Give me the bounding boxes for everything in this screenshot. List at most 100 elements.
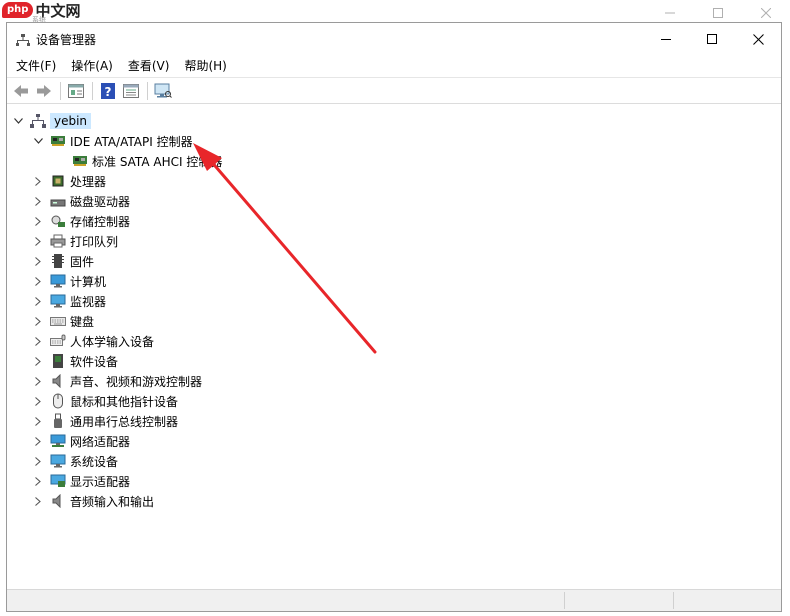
tree-root-node[interactable]: yebin [12, 111, 92, 131]
watermark-logo: php 中文网 系统 [2, 0, 80, 24]
tree-category-label: 通用串行总线控制器 [70, 414, 179, 429]
window-controls [643, 23, 781, 55]
tree-category-sound[interactable]: 声音、视频和游戏控制器 [32, 371, 202, 391]
minimize-button[interactable] [643, 23, 689, 55]
tree-category-system-device[interactable]: 系统设备 [32, 451, 118, 471]
chevron-right-icon[interactable] [32, 371, 44, 391]
chevron-right-icon[interactable] [32, 311, 44, 331]
firmware-icon [50, 253, 66, 269]
chevron-down-icon[interactable] [12, 111, 24, 131]
speaker-icon [50, 373, 66, 389]
tree-category-display-adapter[interactable]: 显示适配器 [32, 471, 130, 491]
system-device-icon [50, 453, 66, 469]
close-button[interactable] [735, 23, 781, 55]
computer-icon [50, 273, 66, 289]
tree-category-audio-io[interactable]: 音频输入和输出 [32, 491, 154, 511]
properties-button[interactable] [65, 80, 87, 102]
tree-category-label: 计算机 [70, 274, 107, 289]
chevron-right-icon[interactable] [32, 171, 44, 191]
tree-category-label: 系统设备 [70, 454, 119, 469]
forward-button[interactable] [33, 80, 55, 102]
menu-action[interactable]: 操作(A) [65, 56, 119, 76]
tree-category-network[interactable]: 网络适配器 [32, 431, 130, 451]
menu-bar: 文件(F) 操作(A) 查看(V) 帮助(H) [7, 56, 781, 76]
tree-category-firmware[interactable]: 固件 [32, 251, 94, 271]
tree-category-label: 处理器 [70, 174, 107, 189]
menu-help[interactable]: 帮助(H) [178, 56, 232, 76]
tree-category-keyboard[interactable]: 键盘 [32, 311, 94, 331]
chevron-right-icon[interactable] [32, 191, 44, 211]
tree-category-usb[interactable]: 通用串行总线控制器 [32, 411, 178, 431]
tree-category-hid[interactable]: 人体学输入设备 [32, 331, 154, 351]
chevron-right-icon[interactable] [32, 491, 44, 511]
chevron-right-icon[interactable] [32, 331, 44, 351]
view-icon [123, 83, 139, 98]
tree-device-sata-ahci[interactable]: 标准 SATA AHCI 控制器 [54, 151, 222, 171]
tree-category-processor[interactable]: 处理器 [32, 171, 106, 191]
computer-tree-icon [30, 113, 46, 129]
device-manager-app-icon [16, 32, 30, 46]
usb-icon [50, 413, 66, 429]
back-icon [14, 84, 28, 97]
toolbar-separator [60, 81, 61, 100]
status-pane-divider [564, 592, 566, 609]
tree-category-storage[interactable]: 存储控制器 [32, 211, 130, 231]
chevron-right-icon[interactable] [32, 451, 44, 471]
software-device-icon [50, 353, 66, 369]
ide-controller-icon [50, 133, 66, 149]
tree-category-label: 打印队列 [70, 234, 119, 249]
chevron-right-icon[interactable] [32, 411, 44, 431]
view-button[interactable] [120, 80, 142, 102]
tree-category-label: IDE ATA/ATAPI 控制器 [70, 134, 193, 149]
help-icon: ? [101, 82, 115, 99]
tree-category-ide[interactable]: IDE ATA/ATAPI 控制器 [32, 131, 193, 151]
tree-category-label: 音频输入和输出 [70, 494, 155, 509]
device-tree: yebin IDE ATA/ATAPI 控制器 标准 SATA AHCI 控制器… [7, 104, 781, 570]
chevron-right-icon[interactable] [32, 431, 44, 451]
titlebar[interactable]: 设备管理器 [7, 23, 781, 55]
menu-view[interactable]: 查看(V) [122, 56, 176, 76]
status-pane-divider [673, 592, 675, 609]
watermark-php-badge: php [2, 2, 34, 18]
chevron-right-icon[interactable] [32, 271, 44, 291]
chevron-right-icon[interactable] [32, 471, 44, 491]
tree-category-label: 声音、视频和游戏控制器 [70, 374, 203, 389]
tree-category-label: 显示适配器 [70, 474, 131, 489]
tree-category-monitor[interactable]: 监视器 [32, 291, 106, 311]
tree-category-label: 磁盘驱动器 [70, 194, 131, 209]
help-button[interactable]: ? [97, 80, 119, 102]
forward-icon [37, 84, 51, 97]
properties-icon [68, 83, 84, 98]
chevron-right-icon[interactable] [32, 251, 44, 271]
tree-category-label: 软件设备 [70, 354, 119, 369]
tree-category-label: 网络适配器 [70, 434, 131, 449]
tree-device-label: 标准 SATA AHCI 控制器 [92, 154, 223, 169]
chevron-down-icon[interactable] [32, 131, 44, 151]
svg-text:?: ? [105, 85, 112, 99]
mouse-icon [50, 393, 66, 409]
chevron-right-icon[interactable] [32, 291, 44, 311]
tree-category-printer[interactable]: 打印队列 [32, 231, 118, 251]
tree-category-software-device[interactable]: 软件设备 [32, 351, 118, 371]
toolbar-separator [147, 81, 148, 100]
processor-icon [50, 173, 66, 189]
tree-category-label: 固件 [70, 254, 95, 269]
monitor-icon [50, 293, 66, 309]
chevron-right-icon[interactable] [32, 211, 44, 231]
tree-category-label: 人体学输入设备 [70, 334, 155, 349]
maximize-button[interactable] [689, 23, 735, 55]
chevron-right-icon[interactable] [32, 391, 44, 411]
scan-hardware-button[interactable] [152, 80, 174, 102]
chevron-right-icon[interactable] [32, 231, 44, 251]
tree-category-label: 监视器 [70, 294, 107, 309]
back-button[interactable] [10, 80, 32, 102]
tree-category-label: 鼠标和其他指针设备 [70, 394, 179, 409]
tree-root-label: yebin [50, 113, 92, 129]
tree-category-mouse[interactable]: 鼠标和其他指针设备 [32, 391, 178, 411]
chevron-right-icon[interactable] [32, 351, 44, 371]
tree-category-computer[interactable]: 计算机 [32, 271, 106, 291]
menu-file[interactable]: 文件(F) [10, 56, 62, 76]
audio-io-icon [50, 493, 66, 509]
tree-category-disk[interactable]: 磁盘驱动器 [32, 191, 130, 211]
